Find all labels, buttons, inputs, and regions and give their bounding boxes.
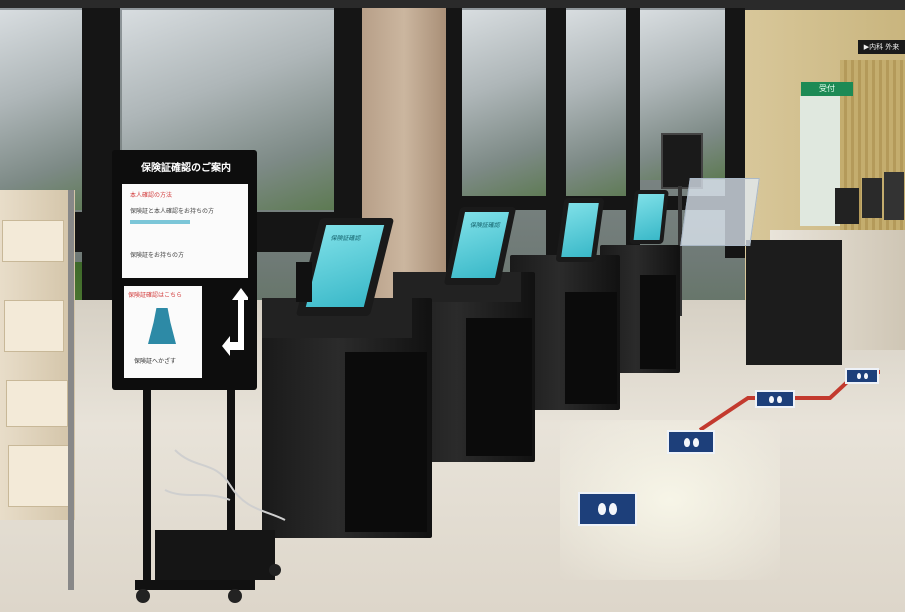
- sign-line: 保険証をお持ちの方: [130, 252, 185, 259]
- sign-title: 保険証確認のご案内: [141, 163, 231, 174]
- brochure[interactable]: [6, 380, 68, 427]
- footprint-marker: [755, 390, 795, 408]
- brochure[interactable]: [2, 220, 64, 262]
- sign-bar: [130, 220, 190, 224]
- footprint-marker: [578, 492, 637, 526]
- footprint-marker: [667, 430, 715, 454]
- arrow-up-left-icon: [222, 288, 248, 356]
- kiosk-lobby-photo: ▶内科 外来 受付 保険証確認 保険証確認 保険証確認のご案内 本人確認の方法 …: [0, 0, 905, 612]
- sign-cart: [135, 390, 286, 603]
- sign-upper-panel: 本人確認の方法 保険証と本人確認をお持ちの方 保険証をお持ちの方: [122, 184, 248, 278]
- brochure[interactable]: [8, 445, 72, 507]
- footprint-marker: [845, 368, 879, 384]
- sign-caption: 保険証へかざす: [134, 358, 177, 365]
- person-pictogram: [148, 308, 176, 344]
- sign-line: 本人確認の方法: [130, 192, 173, 199]
- sign-lower-panel: 保険証確認はこちら 保険証へかざす: [124, 286, 202, 378]
- brochure[interactable]: [4, 300, 64, 352]
- rack-pole: [68, 190, 74, 590]
- sign-heading: 保険証確認はこちら: [128, 292, 183, 299]
- sign-line: 保険証と本人確認をお持ちの方: [130, 208, 215, 215]
